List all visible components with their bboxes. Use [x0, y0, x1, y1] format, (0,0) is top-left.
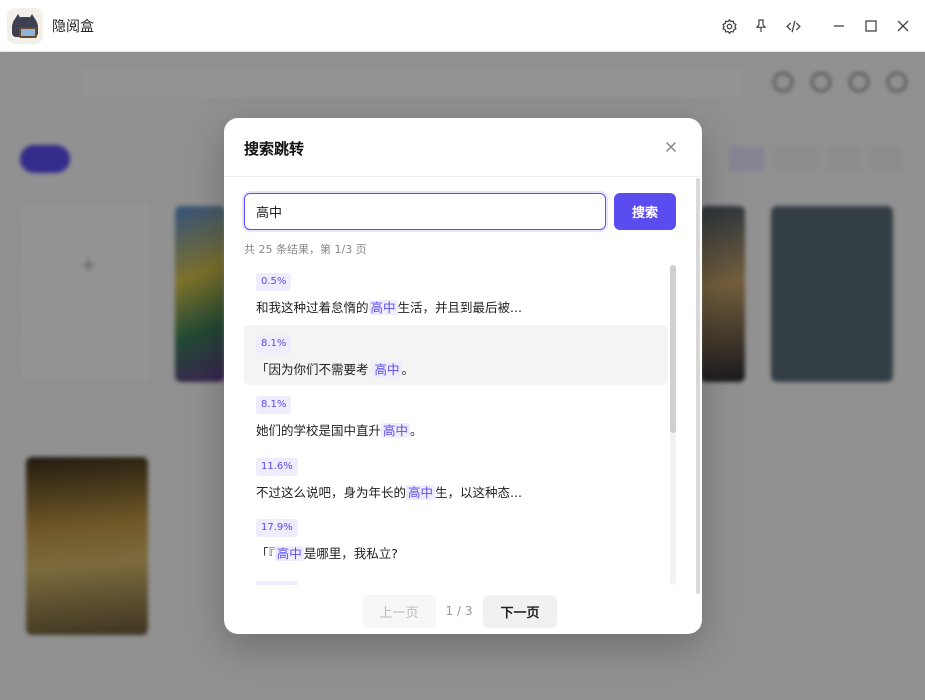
- result-percent-badge: 8.1%: [256, 396, 292, 414]
- maximize-icon[interactable]: [855, 10, 887, 42]
- minimize-icon[interactable]: [823, 10, 855, 42]
- result-item[interactable]: 0.5% 和我这种过着怠惰的 高中 生活，并且到最后被...: [244, 263, 668, 323]
- match-highlight: 高中: [381, 423, 411, 438]
- search-button[interactable]: 搜索: [614, 193, 676, 230]
- match-highlight: 高中: [368, 300, 398, 315]
- page-indicator: 1 / 3: [445, 604, 473, 618]
- result-item[interactable]: [244, 571, 668, 585]
- results-scrollbar-thumb[interactable]: [670, 265, 676, 433]
- result-item[interactable]: 8.1% 「因为你们不需要考 高中。: [244, 325, 668, 385]
- result-percent-badge: [256, 581, 298, 585]
- result-item[interactable]: 11.6% 不过这么说吧，身为年长的 高中 生，以这种态...: [244, 448, 668, 508]
- result-item[interactable]: 8.1% 她们的学校是国中直升 高中。: [244, 386, 668, 446]
- match-highlight: 高中: [406, 485, 436, 500]
- close-icon[interactable]: [662, 138, 680, 156]
- settings-gear-icon[interactable]: [713, 10, 745, 42]
- result-percent-badge: 0.5%: [256, 273, 292, 291]
- match-highlight: 高中: [274, 546, 304, 561]
- search-input[interactable]: [244, 193, 606, 230]
- prev-page-button[interactable]: 上一页: [362, 595, 436, 628]
- pagination: 上一页 1 / 3 下一页: [224, 595, 702, 629]
- match-highlight: 高中: [372, 362, 402, 377]
- result-percent-badge: 8.1%: [256, 335, 292, 353]
- title-bar: 隐阅盒: [0, 0, 925, 52]
- result-snippet: 「因为你们不需要考 高中。: [256, 362, 415, 377]
- result-percent-badge: 17.9%: [256, 519, 298, 537]
- dialog-title: 搜索跳转: [244, 140, 305, 158]
- pin-icon[interactable]: [745, 10, 777, 42]
- close-window-icon[interactable]: [887, 10, 919, 42]
- app-logo-icon: [7, 7, 43, 44]
- result-percent-badge: 11.6%: [256, 458, 298, 476]
- result-snippet: 和我这种过着怠惰的 高中 生活，并且到最后被...: [256, 300, 522, 315]
- window-title: 隐阅盒: [52, 18, 94, 35]
- devtools-code-icon[interactable]: [777, 10, 809, 42]
- result-snippet: 「『 高中 是哪里，我私立?: [256, 546, 398, 561]
- result-snippet: 她们的学校是国中直升 高中。: [256, 423, 423, 438]
- result-list: 0.5% 和我这种过着怠惰的 高中 生活，并且到最后被... 8.1% 「因为你们不…: [244, 263, 678, 585]
- dialog-header: 搜索跳转: [224, 118, 702, 177]
- search-jump-dialog: 搜索跳转 搜索 共 25 条结果，第 1/3 页 0.5% 和我这种过着怠惰的高…: [224, 118, 702, 634]
- next-page-button[interactable]: 下一页: [483, 595, 557, 628]
- dialog-scrollbar[interactable]: [696, 178, 700, 594]
- result-summary: 共 25 条结果，第 1/3 页: [244, 243, 367, 256]
- result-snippet: 不过这么说吧，身为年长的 高中 生，以这种态...: [256, 485, 522, 500]
- result-item[interactable]: 17.9% 「『 高中 是哪里，我私立?: [244, 509, 668, 569]
